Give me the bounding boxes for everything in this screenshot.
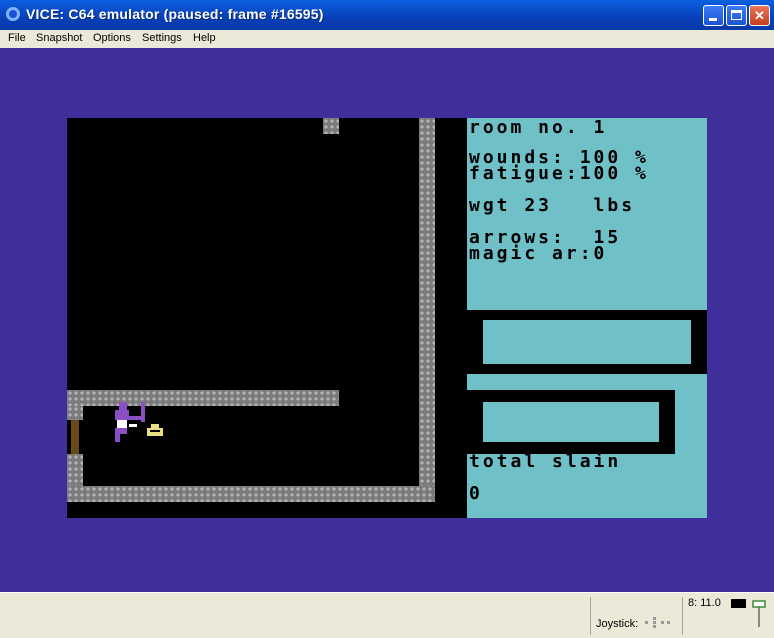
scroll-frame-bottom	[467, 390, 675, 454]
wall-corridor-top	[67, 390, 339, 406]
vice-app-icon[interactable]	[6, 7, 20, 21]
wall-bottom	[67, 486, 435, 502]
room-number: room no. 1	[469, 118, 608, 138]
drive-led-icon	[731, 599, 746, 608]
close-icon: ✕	[754, 8, 765, 23]
total-slain-label: total slain	[469, 451, 622, 472]
fatigue-stat: fatigue:100 %	[469, 163, 649, 184]
scroll-frame-top	[467, 310, 707, 374]
minimize-icon	[709, 18, 717, 21]
menu-snapshot[interactable]: Snapshot	[36, 32, 82, 44]
c64-display[interactable]: room no. 1 wounds: 100 % fatigue:100 % w…	[67, 118, 707, 518]
drive-status: 8: 11.0	[688, 597, 721, 609]
joystick-indicator-icon	[645, 617, 673, 629]
door	[71, 420, 79, 454]
wall-block-top	[323, 118, 339, 134]
weight-stat: wgt 23 lbs	[469, 195, 636, 216]
wall-left-upper	[67, 406, 83, 420]
maximize-icon	[731, 10, 742, 20]
wall-left-lower	[67, 454, 83, 486]
title-bar[interactable]: VICE: C64 emulator (paused: frame #16595…	[0, 0, 774, 30]
menu-bar: File Snapshot Options Settings Help	[0, 30, 774, 48]
menu-options[interactable]: Options	[93, 32, 131, 44]
menu-file[interactable]: File	[8, 32, 26, 44]
emulator-screen[interactable]: room no. 1 wounds: 100 % fatigue:100 % w…	[0, 48, 774, 592]
treasure-item	[147, 424, 163, 436]
player-character	[115, 402, 147, 444]
magic-arrows-stat: magic ar:0	[469, 243, 608, 264]
joystick-label: Joystick:	[596, 618, 639, 630]
tape-slider-icon[interactable]	[752, 599, 766, 629]
minimize-button[interactable]	[703, 5, 724, 26]
window-title: VICE: C64 emulator (paused: frame #16595…	[26, 6, 324, 22]
maximize-button[interactable]	[726, 5, 747, 26]
wall-right	[419, 118, 435, 502]
menu-help[interactable]: Help	[193, 32, 216, 44]
status-bar: Joystick: 8: 11.0	[0, 592, 774, 638]
total-slain-value: 0	[469, 483, 483, 504]
menu-settings[interactable]: Settings	[142, 32, 182, 44]
status-panel: room no. 1 wounds: 100 % fatigue:100 % w…	[467, 118, 707, 518]
close-button[interactable]: ✕	[749, 5, 770, 26]
